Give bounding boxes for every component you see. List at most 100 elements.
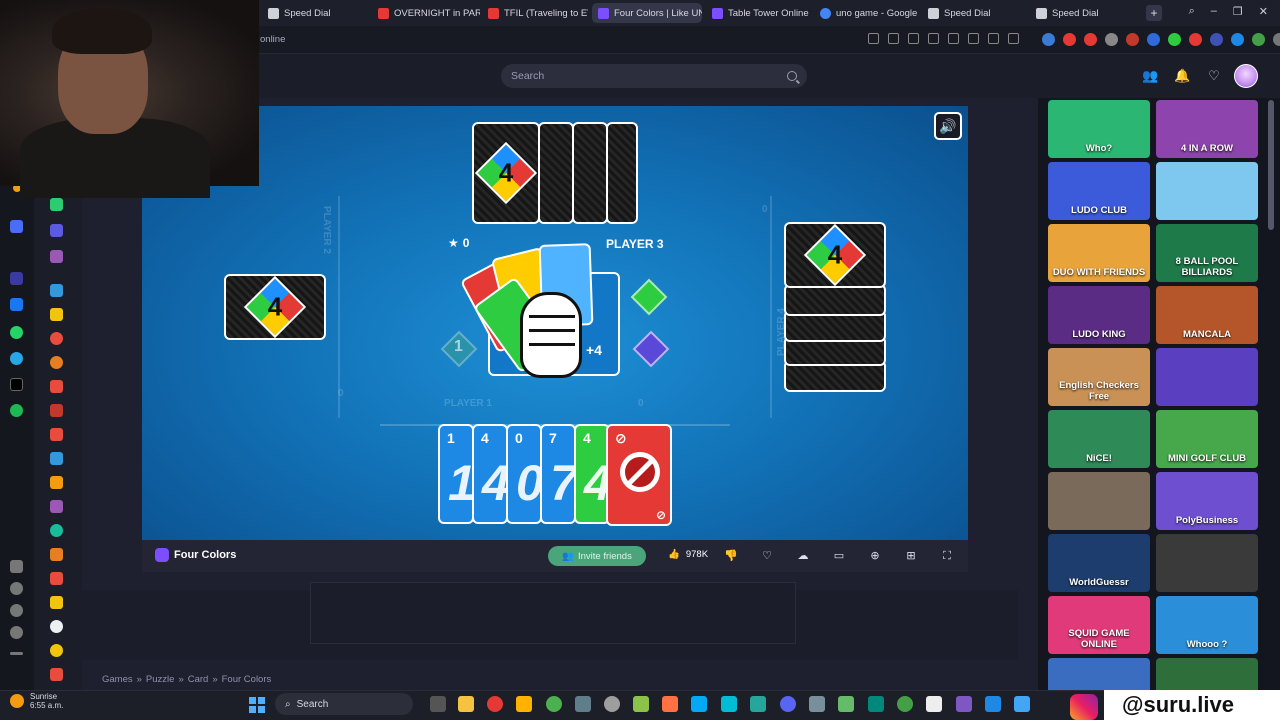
url-text[interactable]: online	[260, 34, 285, 45]
extension-icon[interactable]	[1126, 33, 1139, 46]
discord-icon[interactable]	[780, 696, 796, 712]
search-icon[interactable]	[787, 71, 797, 81]
sidebar-game-icon[interactable]	[50, 644, 63, 657]
hand-card[interactable]: 00	[506, 424, 542, 524]
sidebar-game-icon[interactable]	[50, 596, 63, 609]
app-icon[interactable]	[516, 696, 532, 712]
edit-icon[interactable]	[868, 33, 879, 44]
vlc-icon[interactable]	[662, 696, 678, 712]
search-input[interactable]	[511, 70, 787, 82]
extension-icon[interactable]	[1042, 33, 1055, 46]
hand-card[interactable]: 77	[540, 424, 576, 524]
history-icon[interactable]	[10, 604, 23, 617]
sidebar-game-icon[interactable]	[50, 198, 63, 211]
app-icon[interactable]	[1014, 696, 1030, 712]
heart-icon[interactable]	[968, 33, 979, 44]
sidebar-game-icon[interactable]	[50, 500, 63, 513]
extension-icon[interactable]	[1168, 33, 1181, 46]
sidebar-game-icon[interactable]	[50, 428, 63, 441]
sidebar-game-icon[interactable]	[50, 620, 63, 633]
snapshot-icon[interactable]	[928, 33, 939, 44]
theater-mode-icon[interactable]: ⊞	[904, 549, 918, 563]
game-thumbnail[interactable]: LUDO CLUB	[1048, 162, 1150, 220]
tab-speed-dial-2[interactable]: Speed Dial	[922, 3, 1026, 23]
panels-icon[interactable]	[10, 560, 23, 573]
sidebar-game-icon[interactable]	[50, 308, 63, 321]
sound-toggle-button[interactable]: 🔊	[934, 112, 962, 140]
like-button[interactable]: 👍 978K	[668, 549, 708, 560]
shield-icon[interactable]	[908, 33, 919, 44]
opera-icon[interactable]	[487, 696, 503, 712]
rss-icon[interactable]	[1105, 33, 1118, 46]
game-thumbnail[interactable]: WorldGuessr	[1048, 534, 1150, 592]
game-thumbnail[interactable]	[1156, 348, 1258, 406]
game-thumbnail[interactable]: 4 IN A ROW	[1156, 100, 1258, 158]
breadcrumb-link[interactable]: Games	[102, 674, 133, 685]
app-icon[interactable]	[897, 696, 913, 712]
tab-speed-dial-3[interactable]: Speed Dial	[1030, 3, 1140, 23]
download-icon[interactable]	[988, 33, 999, 44]
x-twitter-icon[interactable]	[10, 378, 23, 391]
spotify-icon[interactable]	[10, 404, 23, 417]
app-icon[interactable]	[750, 696, 766, 712]
heart-icon[interactable]: ♡	[1206, 68, 1222, 84]
game-thumbnail[interactable]	[1156, 534, 1258, 592]
taskbar-search[interactable]: ⌕ Search	[275, 693, 413, 715]
hand-card[interactable]: 44	[472, 424, 508, 524]
heart-icon[interactable]: ♡	[760, 549, 774, 563]
game-thumbnail[interactable]	[1156, 162, 1258, 220]
cloud-icon[interactable]: ☁	[796, 549, 810, 563]
weather-widget[interactable]: Sunrise 6:55 a.m.	[10, 692, 63, 710]
game-thumbnail[interactable]: DUO WITH FRIENDS	[1048, 224, 1150, 282]
extension-icon[interactable]	[1252, 33, 1265, 46]
game-thumbnail[interactable]: MINI GOLF CLUB	[1156, 410, 1258, 468]
game-thumbnail[interactable]: 8 BALL POOL BILLIARDS	[1156, 224, 1258, 282]
fullscreen-icon[interactable]: ⛶	[940, 549, 954, 563]
extension-icon[interactable]	[1063, 33, 1076, 46]
hand-card[interactable]: 11	[438, 424, 474, 524]
search-tabs-icon[interactable]: ⌕	[1189, 5, 1195, 21]
app-icon[interactable]	[604, 696, 620, 712]
sidebar-game-icon[interactable]	[50, 356, 63, 369]
app-icon[interactable]	[868, 696, 884, 712]
tab-speed-dial-1[interactable]: Speed Dial	[262, 3, 366, 23]
play-icon[interactable]	[948, 33, 959, 44]
task-view-icon[interactable]	[430, 696, 446, 712]
sidebar-game-icon[interactable]	[50, 524, 63, 537]
game-thumbnail[interactable]: LUDO KING	[1048, 286, 1150, 344]
scrollbar[interactable]	[1268, 100, 1274, 230]
extension-icon[interactable]	[1189, 33, 1202, 46]
close-window-icon[interactable]: ✕	[1259, 5, 1268, 21]
app-icon[interactable]	[575, 696, 591, 712]
avatar[interactable]	[1234, 64, 1258, 88]
sidebar-game-icon[interactable]	[50, 452, 63, 465]
tab-google-search[interactable]: uno game - Google Sear	[814, 3, 918, 23]
heart-icon[interactable]	[10, 582, 23, 595]
more-icon[interactable]	[10, 652, 23, 655]
game-thumbnail[interactable]: NiCE!	[1048, 410, 1150, 468]
app-icon[interactable]	[838, 696, 854, 712]
friends-icon[interactable]: 👥	[1142, 68, 1158, 84]
extension-icon[interactable]	[1273, 33, 1280, 46]
game-thumbnail[interactable]: Who?	[1048, 100, 1150, 158]
game-thumbnail[interactable]: MANCALA	[1156, 286, 1258, 344]
game-thumbnail[interactable]: SQUID GAME ONLINE	[1048, 596, 1150, 654]
hand-card-skip[interactable]: ⊘ ⊘	[606, 424, 672, 526]
chrome-icon[interactable]	[546, 696, 562, 712]
sidebar-app-icon[interactable]	[10, 272, 23, 285]
app-icon[interactable]	[956, 696, 972, 712]
game-thumbnail[interactable]: PolyBusiness	[1156, 472, 1258, 530]
menu-icon[interactable]	[1008, 33, 1019, 44]
sidebar-game-icon[interactable]	[50, 572, 63, 585]
breadcrumb-link[interactable]: Card	[188, 674, 209, 685]
invite-friends-button[interactable]: 👥 Invite friends	[548, 546, 646, 566]
camera-icon[interactable]	[888, 33, 899, 44]
app-icon[interactable]	[926, 696, 942, 712]
game-thumbnail[interactable]: Whooo ?	[1156, 596, 1258, 654]
game-thumbnail[interactable]: English Checkers Free	[1048, 348, 1150, 406]
share-icon[interactable]: ⊕	[868, 549, 882, 563]
whatsapp-icon[interactable]	[10, 326, 23, 339]
tab-overnight-paris[interactable]: OVERNIGHT in PARIS CA	[372, 3, 480, 23]
sidebar-game-icon[interactable]	[50, 380, 63, 393]
maximize-icon[interactable]: ❐	[1233, 5, 1243, 21]
